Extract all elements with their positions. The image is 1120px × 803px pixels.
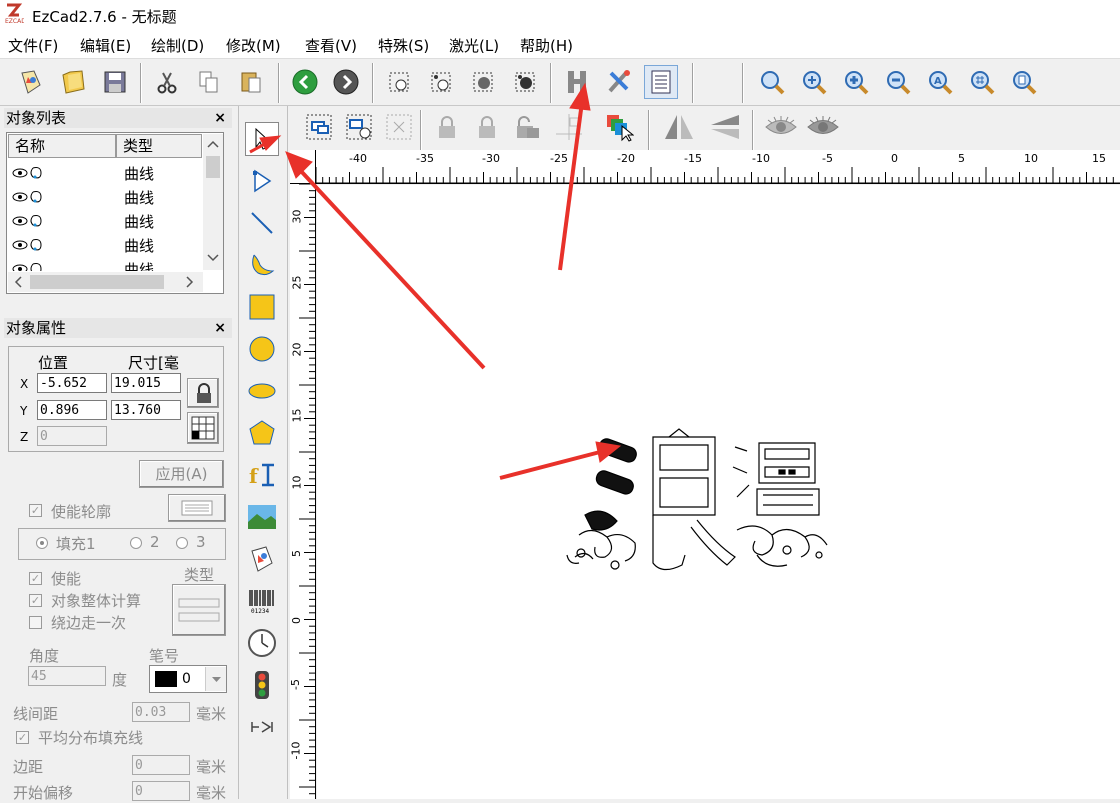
red-arrow-annotation bbox=[249, 82, 622, 480]
annotation-overlay bbox=[249, 82, 622, 480]
